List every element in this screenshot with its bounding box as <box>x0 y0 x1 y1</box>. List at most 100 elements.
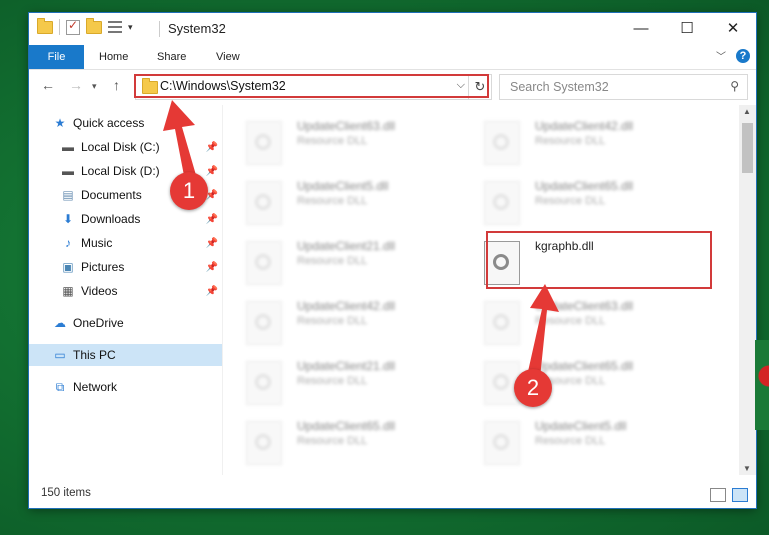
explorer-window: ▾ System32 — ☐ ✕ File Home Share View ﹀ … <box>29 13 756 508</box>
sidebar-item-onedrive[interactable]: ☁ OneDrive <box>29 312 222 334</box>
close-button[interactable]: ✕ <box>710 13 756 43</box>
maximize-button[interactable]: ☐ <box>664 13 710 43</box>
scroll-up-icon[interactable]: ▲ <box>743 107 751 116</box>
file-type: Resource DLL <box>297 135 368 147</box>
vertical-scrollbar[interactable]: ▲ ▼ <box>739 105 756 475</box>
new-folder-icon[interactable] <box>86 17 102 34</box>
title-divider <box>159 21 160 37</box>
file-name: UpdateClient21.dll <box>297 239 396 253</box>
sidebar-item-network[interactable]: ⧉ Network <box>29 376 222 398</box>
file-type: Resource DLL <box>535 435 606 447</box>
star-icon: ★ <box>54 116 66 130</box>
list-item[interactable]: UpdateClient5.dll Resource DLL <box>462 413 682 469</box>
dll-file-icon <box>246 121 282 165</box>
file-type: Resource DLL <box>535 315 606 327</box>
scrollbar-thumb[interactable] <box>742 123 753 173</box>
dll-file-icon <box>246 181 282 225</box>
file-name: UpdateClient63.dll <box>535 299 634 313</box>
up-arrow-icon[interactable]: ↑ <box>113 77 120 93</box>
customize-toolbar-arrow-icon[interactable]: ▾ <box>128 22 133 33</box>
dll-file-icon <box>484 421 520 465</box>
file-name: UpdateClient5.dll <box>535 419 627 433</box>
minimize-button[interactable]: — <box>618 13 664 43</box>
folder-icon <box>37 17 53 34</box>
scroll-down-icon[interactable]: ▼ <box>743 464 751 473</box>
sidebar-item-label: This PC <box>73 348 116 362</box>
file-name: UpdateClient42.dll <box>535 119 634 133</box>
list-item[interactable]: UpdateClient21.dll Resource DLL <box>224 233 444 289</box>
sidebar-item-videos[interactable]: ▦ Videos 📌 <box>29 280 222 302</box>
sidebar-item-label: Network <box>73 380 118 394</box>
dll-file-icon <box>246 361 282 405</box>
list-item[interactable]: UpdateClient21.dll Resource DLL <box>224 353 444 409</box>
file-type: Resource DLL <box>297 315 368 327</box>
list-item[interactable]: UpdateClient42.dll Resource DLL <box>224 293 444 349</box>
list-item[interactable]: UpdateClient63.dll Resource DLL <box>462 293 682 349</box>
list-item[interactable]: UpdateClient5.dll Resource DLL <box>224 173 444 229</box>
search-icon[interactable]: ⚲ <box>730 79 739 93</box>
file-type: Resource DLL <box>297 195 368 207</box>
pin-icon[interactable]: 📌 <box>206 262 218 273</box>
forward-arrow-icon[interactable]: → <box>69 77 83 93</box>
sidebar-item-quick-access[interactable]: ★ Quick access <box>29 112 222 134</box>
sidebar-item-label: Downloads <box>81 212 141 226</box>
file-name: UpdateClient65.dll <box>535 179 634 193</box>
pin-icon[interactable]: 📌 <box>206 166 218 177</box>
sidebar-item-pictures[interactable]: ▣ Pictures 📌 <box>29 256 222 278</box>
pin-icon[interactable]: 📌 <box>206 214 218 225</box>
dll-file-icon <box>484 121 520 165</box>
sidebar-item-local-disk-c[interactable]: ▬ Local Disk (C:) 📌 <box>29 136 222 158</box>
properties-icon[interactable] <box>108 21 122 33</box>
network-icon: ⧉ <box>55 379 65 394</box>
tab-view[interactable]: View <box>216 45 240 69</box>
file-type: Resource DLL <box>535 195 606 207</box>
quick-access-toolbar: ▾ <box>37 17 133 35</box>
help-icon[interactable]: ? <box>736 48 750 63</box>
sidebar-item-label: Local Disk (D:) <box>81 164 160 178</box>
back-arrow-icon[interactable]: ← <box>41 77 55 93</box>
dll-file-icon <box>246 421 282 465</box>
toolbar-separator <box>59 19 60 35</box>
file-type: Resource DLL <box>297 435 368 447</box>
dll-file-icon <box>246 241 282 285</box>
list-item[interactable]: UpdateClient63.dll Resource DLL <box>224 113 444 169</box>
tab-file[interactable]: File <box>29 45 84 69</box>
address-bar-highlight <box>134 74 489 98</box>
cloud-icon: ☁ <box>54 316 66 330</box>
search-input[interactable]: Search System32 ⚲ <box>499 74 748 100</box>
annotation-marker-1: 1 <box>170 172 208 210</box>
file-name: UpdateClient65.dll <box>297 419 396 433</box>
expand-ribbon-chevron-icon[interactable]: ﹀ <box>716 48 726 63</box>
sidebar-item-label: Music <box>81 236 113 250</box>
file-name: UpdateClient65.dll <box>535 359 634 373</box>
sidebar-item-label: Pictures <box>81 260 125 274</box>
title-bar: ▾ System32 — ☐ ✕ <box>29 13 756 45</box>
file-name: UpdateClient63.dll <box>297 119 396 133</box>
sidebar-item-label: Videos <box>81 284 118 298</box>
sidebar-item-label: OneDrive <box>73 316 124 330</box>
list-item[interactable]: UpdateClient42.dll Resource DLL <box>462 113 682 169</box>
large-icons-view-icon[interactable] <box>732 488 748 502</box>
list-item[interactable]: UpdateClient65.dll Resource DLL <box>462 353 682 409</box>
pin-icon[interactable]: 📌 <box>206 286 218 297</box>
item-count: 150 items <box>41 487 91 499</box>
file-list: UpdateClient63.dll Resource DLL UpdateCl… <box>224 105 738 475</box>
recent-locations-chevron-icon[interactable]: ▾ <box>92 81 97 92</box>
list-item[interactable]: UpdateClient65.dll Resource DLL <box>462 173 682 229</box>
properties-check-icon[interactable] <box>66 18 80 35</box>
pin-icon[interactable]: 📌 <box>206 142 218 153</box>
tab-share[interactable]: Share <box>157 45 186 69</box>
sidebar-item-this-pc[interactable]: ▭ This PC <box>29 344 222 366</box>
search-placeholder: Search System32 <box>510 80 609 94</box>
tab-home[interactable]: Home <box>99 45 128 69</box>
computer-icon: ▭ <box>54 348 66 362</box>
sidebar-item-music[interactable]: ♪ Music 📌 <box>29 232 222 254</box>
sidebar-item-label: Documents <box>81 188 142 202</box>
navigation-pane: ★ Quick access ▬ Local Disk (C:) 📌 ▬ Loc… <box>29 105 223 475</box>
videos-icon: ▦ <box>62 284 74 298</box>
pin-icon[interactable]: 📌 <box>206 238 218 249</box>
list-item[interactable]: UpdateClient65.dll Resource DLL <box>224 413 444 469</box>
details-view-icon[interactable] <box>710 488 726 502</box>
sidebar-item-downloads[interactable]: ⬇ Downloads 📌 <box>29 208 222 230</box>
file-type: Resource DLL <box>297 255 368 267</box>
